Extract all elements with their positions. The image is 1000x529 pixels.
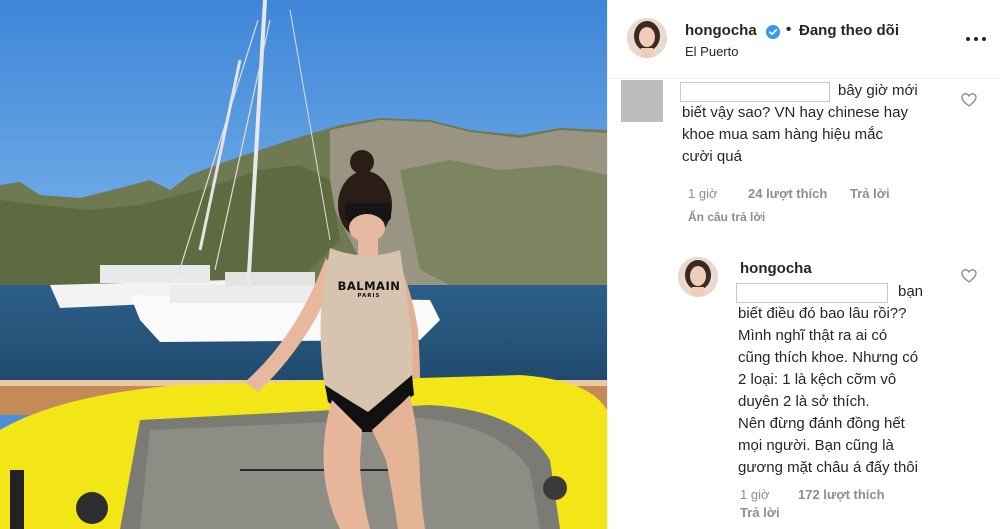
heart-icon[interactable] <box>961 92 977 108</box>
verified-badge-icon <box>766 25 780 39</box>
comment-text-line: khoe mua sam hàng hiệu mắc <box>682 126 883 143</box>
swimsuit-logo-subtext: PARIS <box>357 293 381 299</box>
swimsuit-logo: BALMAIN PARIS <box>332 280 406 300</box>
comment-reply-button[interactable]: Trả lời <box>850 186 890 201</box>
reply-likes[interactable]: 172 lượt thích <box>798 487 885 502</box>
comment-text-line: biết vậy sao? VN hay chinese hay <box>682 104 908 121</box>
reply-text-line: 2 loại: 1 là kệch cỡm vô <box>738 371 897 388</box>
reply-time[interactable]: 1 giờ <box>740 487 770 502</box>
follow-status-button[interactable]: Đang theo dõi <box>799 22 899 39</box>
redacted-username <box>680 82 830 102</box>
reply-text-line: duyên 2 là sở thích. <box>738 393 870 410</box>
reply-author-avatar[interactable] <box>678 257 718 297</box>
commenter-avatar-redacted[interactable] <box>621 80 663 122</box>
reply-reply-button[interactable]: Trả lời <box>740 505 780 520</box>
hide-replies-button[interactable]: Ẩn câu trả lời <box>688 210 765 224</box>
reply-text-line: mọi người. Bạn cũng là <box>738 437 894 454</box>
comment-text-line: bây giờ mới <box>838 82 918 99</box>
more-options-icon[interactable] <box>964 31 988 47</box>
reply-text-line: Mình nghĩ thật ra ai có <box>738 327 888 344</box>
header-separator: • <box>786 21 792 38</box>
reply-text-line: Nên đừng đánh đồng hết <box>738 415 905 432</box>
comment-likes[interactable]: 24 lượt thích <box>748 186 827 201</box>
post-header: hongocha • Đang theo dõi El Puerto <box>608 0 1000 79</box>
post-photo[interactable]: BALMAIN PARIS <box>0 0 607 529</box>
redacted-mention <box>736 283 888 303</box>
author-avatar[interactable] <box>627 18 667 58</box>
reply-text-line: gương mặt châu á đấy thôi <box>738 459 918 476</box>
reply-text-line: bạn <box>898 283 924 300</box>
photo-scene <box>0 0 607 529</box>
comments-list[interactable]: bây giờ mới biết vậy sao? VN hay chinese… <box>608 80 1000 529</box>
reply-text-line: biết điều đó bao lâu rồi?? <box>738 305 907 322</box>
post-location[interactable]: El Puerto <box>685 44 738 59</box>
author-username[interactable]: hongocha <box>685 22 757 39</box>
reply-author-username[interactable]: hongocha <box>740 260 812 277</box>
comment-time[interactable]: 1 giờ <box>688 186 718 201</box>
heart-icon[interactable] <box>961 268 977 284</box>
comment-text-line: cười quá <box>682 148 742 165</box>
swimsuit-logo-text: BALMAIN <box>337 279 401 293</box>
post-side-panel: hongocha • Đang theo dõi El Puerto bây g… <box>607 0 1000 529</box>
reply-text-line: cũng thích khoe. Nhưng có <box>738 349 919 366</box>
